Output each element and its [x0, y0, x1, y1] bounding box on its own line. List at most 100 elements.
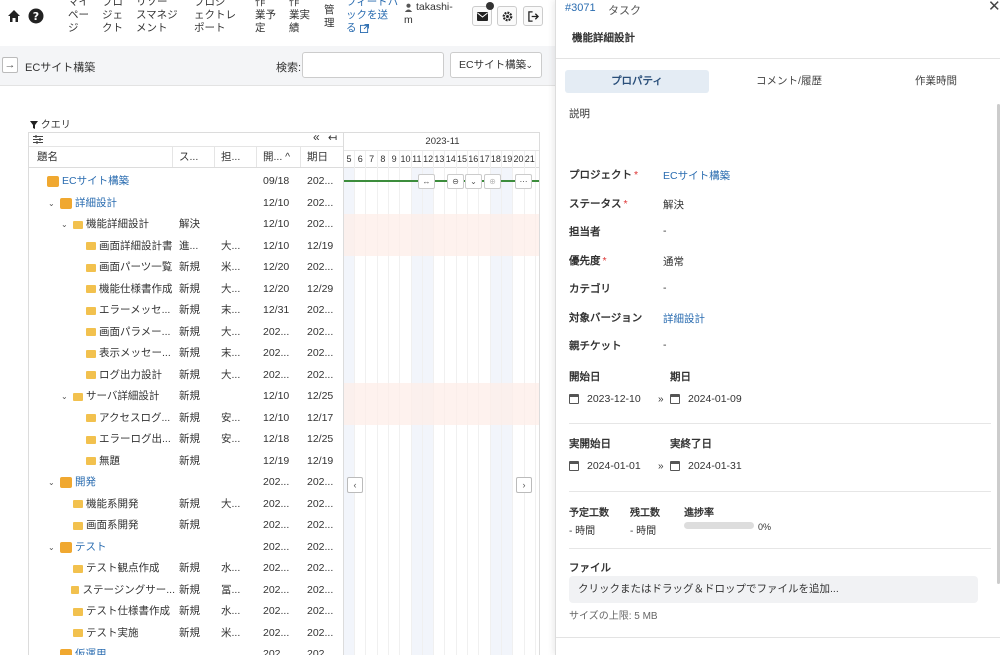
task-name[interactable]: 機能系開発 [86, 494, 139, 515]
task-name[interactable]: 画面パラメー... [99, 322, 170, 343]
zoom-out-icon[interactable]: ⊖ [447, 174, 464, 189]
tab-time-entries[interactable]: 作業時間 [864, 70, 1000, 93]
task-name[interactable]: テスト実施 [86, 623, 139, 644]
table-row[interactable]: 画面パーツ一覧 新規 米... 12/20 202... [29, 257, 343, 278]
col-header-due[interactable]: 期日 [301, 147, 343, 167]
nav-project-report[interactable]: プロジ ェクトレ ポート [194, 0, 236, 35]
table-row[interactable]: アクセスログ... 新規 安... 12/10 12/17 [29, 408, 343, 429]
nav-admin[interactable]: 管 理 [324, 4, 335, 30]
actual-start-field[interactable]: 2024-01-01 [569, 460, 641, 472]
nav-feedback-link[interactable]: フィードバ ックを送 る [346, 0, 398, 35]
table-row[interactable]: ⌄ 機能詳細設計 解決 12/10 202... [29, 214, 343, 235]
task-name[interactable]: 仮運用 [75, 644, 107, 655]
nav-my-page[interactable]: マイ ペー ジ [68, 0, 89, 35]
logout-button[interactable] [523, 6, 543, 26]
project-select[interactable]: ECサイト構築 ⌄ [450, 52, 542, 78]
table-row[interactable]: 画面パラメー... 新規 大... 202... 202... [29, 322, 343, 343]
task-name[interactable]: エラーメッセ... [99, 300, 170, 321]
table-row[interactable]: ⌄ サーバ詳細設計 新規 12/10 12/25 [29, 386, 343, 407]
settings-button[interactable] [497, 6, 517, 26]
table-row[interactable]: 画面系開発 新規 202... 202... [29, 515, 343, 536]
task-name[interactable]: ステージングサー... [82, 580, 175, 601]
task-name[interactable]: 無題 [99, 451, 120, 472]
tab-comments-history[interactable]: コメント/履歴 [717, 70, 861, 93]
progress-label: 進捗率 [684, 508, 714, 519]
actual-end-field[interactable]: 2024-01-31 [670, 460, 742, 472]
table-row[interactable]: ⌄ 開発 202... 202... [29, 472, 343, 493]
task-name[interactable]: ログ出力設計 [99, 365, 162, 386]
chevron-down-icon[interactable]: ⌄ [48, 193, 57, 214]
task-name[interactable]: 詳細設計 [75, 193, 117, 214]
task-name[interactable]: 機能詳細設計 [86, 214, 149, 235]
actual-end-label: 実終了日 [670, 438, 712, 450]
task-name[interactable]: 画面系開発 [86, 515, 139, 536]
chevron-down-icon[interactable]: ⌄ [48, 537, 57, 558]
table-row[interactable]: 無題 新規 12/19 12/19 [29, 451, 343, 472]
col-header-assignee[interactable]: 担... [215, 147, 257, 167]
file-upload-dropzone[interactable]: クリックまたはドラッグ＆ドロップでファイルを追加... [569, 576, 978, 603]
timeline-scroll-right-button[interactable]: › [516, 477, 532, 493]
task-name[interactable]: ECサイト構築 [62, 171, 129, 192]
search-input[interactable] [302, 52, 444, 78]
col-header-status[interactable]: ス... [173, 147, 215, 167]
arrow-left-bar-icon[interactable]: ↤ [328, 133, 337, 144]
table-row[interactable]: ステージングサー... 新規 冨... 202... 202... [29, 580, 343, 601]
user-name[interactable]: takashi- m [404, 1, 453, 27]
table-row[interactable]: ECサイト構築 09/18 202... [29, 171, 343, 192]
zoom-in-icon[interactable]: ⊕ [484, 174, 501, 189]
task-name[interactable]: 機能仕様書作成 [99, 279, 173, 300]
table-row[interactable]: ログ出力設計 新規 大... 202... 202... [29, 365, 343, 386]
task-name[interactable]: テスト仕様書作成 [86, 601, 170, 622]
table-row[interactable]: テスト実施 新規 米... 202... 202... [29, 623, 343, 644]
chevron-down-icon[interactable]: ⌄ [61, 386, 70, 407]
chevron-down-icon[interactable]: ⌄ [48, 472, 57, 493]
col-header-start[interactable]: 開... ^ [257, 147, 301, 167]
query-filter[interactable]: クエリ [30, 116, 71, 131]
task-name[interactable]: サーバ詳細設計 [86, 386, 159, 407]
table-row[interactable]: テスト仕様書作成 新規 水... 202... 202... [29, 601, 343, 622]
task-name[interactable]: テスト [75, 537, 107, 558]
nav-resource-management[interactable]: リソー スマネジ メント [136, 0, 178, 35]
due-date-field[interactable]: 2024-01-09 [670, 393, 742, 405]
home-icon[interactable] [6, 8, 22, 24]
more-icon[interactable]: ⋯ [515, 174, 532, 189]
nav-projects[interactable]: プロ ジェ クト [102, 0, 123, 35]
table-row[interactable]: ⌄ 詳細設計 12/10 202... [29, 193, 343, 214]
help-icon[interactable]: ? [28, 8, 44, 24]
chevron-down-icon[interactable]: ⌄ [48, 644, 57, 655]
timeline-scroll-left-button[interactable]: ‹ [347, 477, 363, 493]
col-header-title[interactable]: 題名 [29, 147, 173, 167]
column-settings-icon[interactable] [33, 135, 43, 144]
table-row[interactable]: エラーメッセ... 新規 末... 12/31 202... [29, 300, 343, 321]
table-row[interactable]: 画面詳細設計書 進... 大... 12/10 12/19 [29, 236, 343, 257]
table-row[interactable]: エラーログ出... 新規 安... 12/18 12/25 [29, 429, 343, 450]
task-name-cell: 画面系開発 [61, 515, 175, 536]
drag-handle-icon[interactable]: ↔ [418, 174, 435, 189]
task-name[interactable]: 画面パーツ一覧 [99, 257, 172, 278]
task-name[interactable]: 画面詳細設計書 [99, 236, 173, 257]
task-name[interactable]: テスト観点作成 [86, 558, 160, 579]
chevron-down-icon[interactable]: ⌄ [465, 174, 482, 189]
task-name[interactable]: 開発 [75, 472, 96, 493]
sidebar-toggle-button[interactable]: → [2, 57, 18, 73]
table-row[interactable]: 機能仕様書作成 新規 大... 12/20 12/29 [29, 279, 343, 300]
table-row[interactable]: テスト観点作成 新規 水... 202... 202... [29, 558, 343, 579]
table-row[interactable]: ⌄ 仮運用 202... 202... [29, 644, 343, 655]
ticket-id[interactable]: #3071 [565, 2, 596, 14]
table-row[interactable]: 表示メッセー... 新規 末... 202... 202... [29, 343, 343, 364]
close-icon[interactable]: ✕ [988, 0, 1000, 15]
table-row[interactable]: ⌄ テスト 202... 202... [29, 537, 343, 558]
tab-properties[interactable]: プロパティ [565, 70, 709, 93]
task-name[interactable]: 表示メッセー... [99, 343, 171, 364]
timeline-day: 11 [412, 151, 423, 168]
chevron-down-icon[interactable]: ⌄ [61, 214, 70, 235]
collapse-left-icon[interactable]: « [313, 133, 320, 144]
nav-work-actual[interactable]: 作 業実 績 [289, 0, 310, 35]
start-date-field[interactable]: 2023-12-10 [569, 393, 641, 405]
nav-work-plan[interactable]: 作 業予 定 [255, 0, 276, 35]
task-name[interactable]: エラーログ出... [99, 429, 171, 450]
table-row[interactable]: 機能系開発 新規 大... 202... 202... [29, 494, 343, 515]
field-value[interactable]: 詳細設計 [663, 311, 705, 326]
field-value[interactable]: ECサイト構築 [663, 168, 730, 183]
task-name[interactable]: アクセスログ... [99, 408, 170, 429]
